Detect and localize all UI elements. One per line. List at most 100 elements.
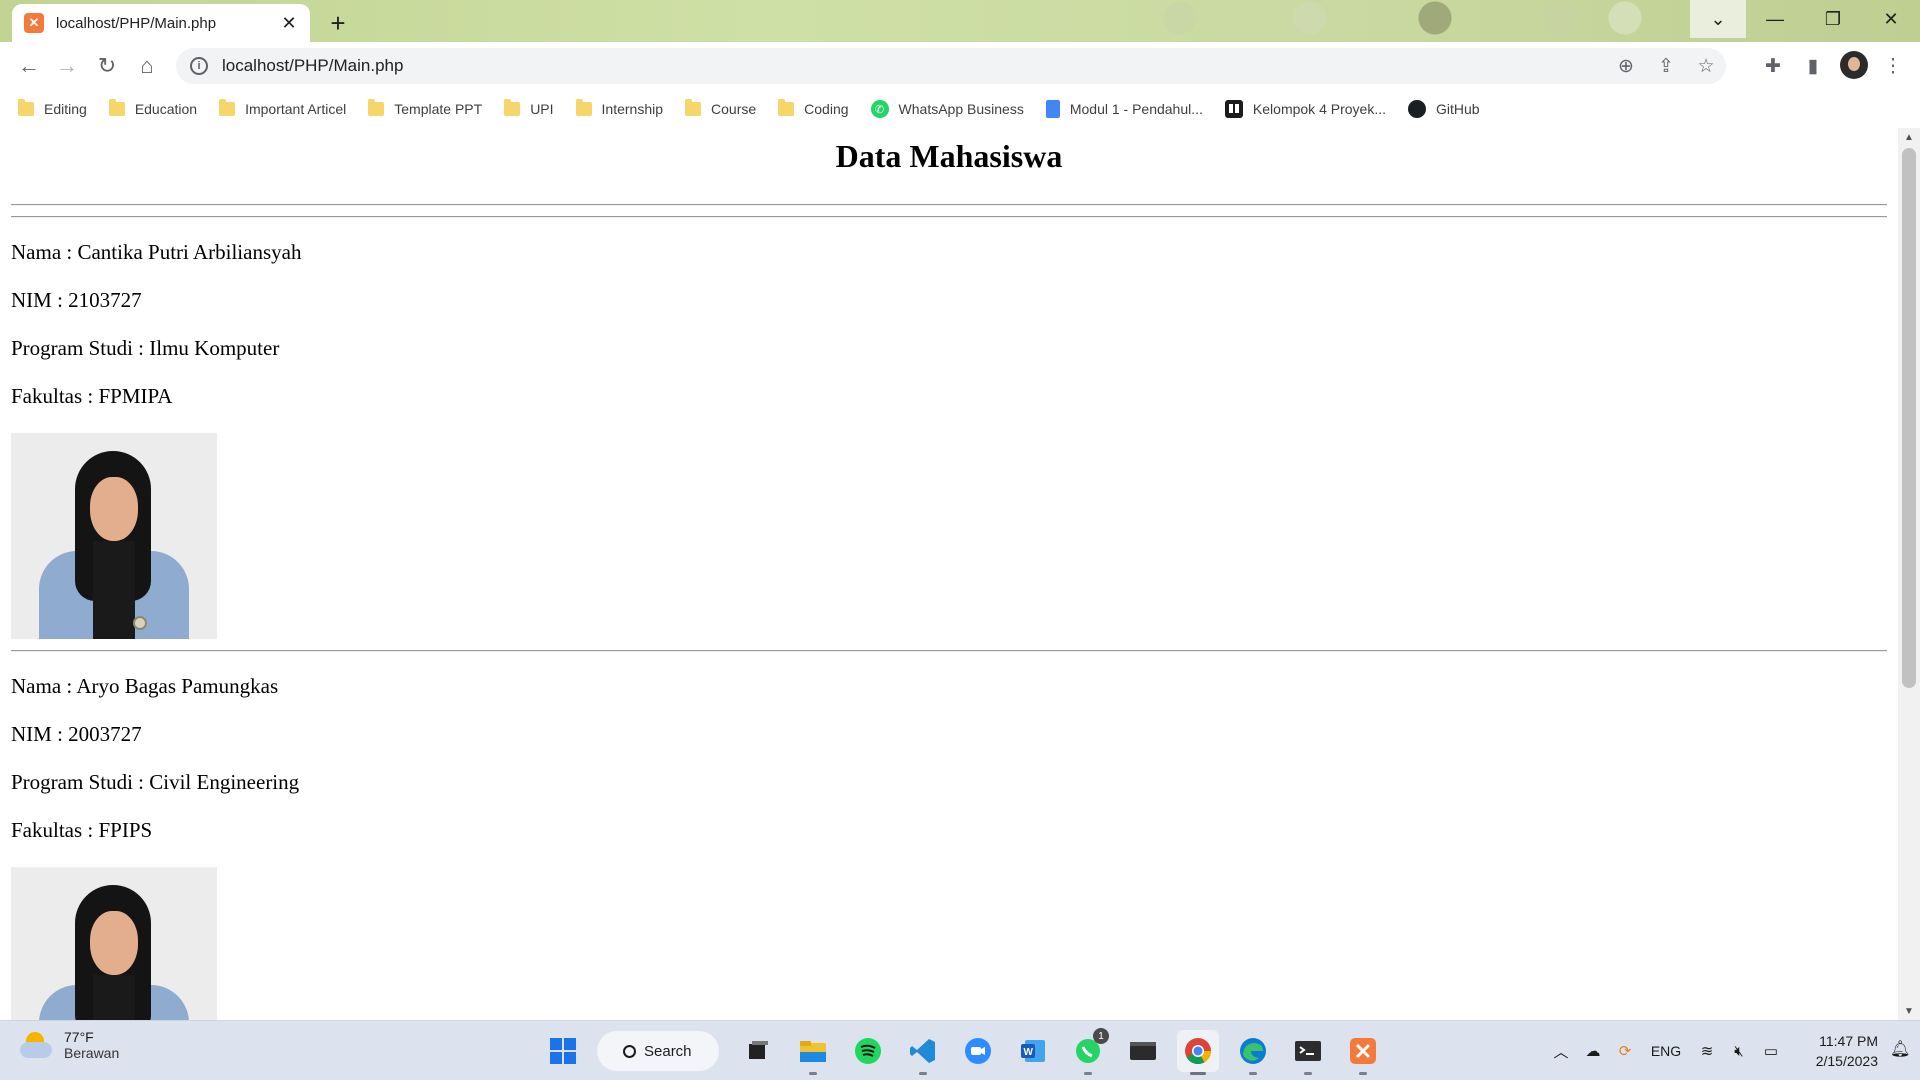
system-tray: ︿ ☁ ⟳ ENG ≋ 🔇︎ ▭ (1548, 1029, 1790, 1073)
share-icon[interactable]: ⇪ (1646, 55, 1686, 78)
restore-button[interactable]: ❐ (1804, 0, 1862, 38)
vscode-button[interactable] (902, 1030, 944, 1075)
partly-cloudy-icon (20, 1032, 54, 1058)
site-info-icon[interactable]: i (190, 57, 208, 75)
battery-icon[interactable]: ▭ (1758, 1038, 1784, 1064)
bookmark-important-articel[interactable]: Important Articel (219, 99, 346, 117)
notification-bell-icon[interactable]: 🔔︎ (1890, 1039, 1910, 1061)
windows-terminal-button[interactable] (1287, 1030, 1329, 1075)
page-content: Data Mahasiswa Nama : Cantika Putri Arbi… (0, 128, 1898, 1020)
student-1-photo (11, 433, 217, 639)
folder-icon (368, 99, 385, 116)
xampp-button[interactable] (1342, 1030, 1384, 1075)
whatsapp-icon: ✆ (870, 100, 889, 118)
word-button[interactable]: W (1012, 1030, 1054, 1072)
tab-search-chevron-icon[interactable]: ⌄ (1690, 0, 1746, 38)
terminal-icon (1295, 1041, 1321, 1061)
edge-icon (1240, 1038, 1266, 1064)
new-tab-button[interactable]: + (324, 8, 352, 38)
folder-icon (108, 99, 125, 116)
weather-temperature: 77°F (64, 1029, 94, 1045)
edge-button[interactable] (1232, 1030, 1274, 1075)
whatsapp-button[interactable]: 1 (1067, 1028, 1109, 1075)
file-explorer-button[interactable] (792, 1030, 834, 1075)
minimize-button[interactable]: — (1746, 0, 1804, 38)
scrollbar-thumb[interactable] (1902, 148, 1916, 688)
tab-close-icon[interactable]: ✕ (278, 12, 300, 34)
browser-toolbar: ← → ↻ ⌂ i localhost/PHP/Main.php ⊕ ⇪ ☆ ✚… (0, 42, 1920, 90)
bookmark-course[interactable]: Course (685, 99, 756, 117)
weather-description: Berawan (64, 1045, 120, 1061)
address-bar[interactable]: i localhost/PHP/Main.php ⊕ ⇪ ☆ (176, 48, 1726, 84)
zoom-icon[interactable]: ⊕ (1606, 55, 1646, 78)
back-button[interactable]: ← (14, 51, 44, 81)
windows-logo-icon (550, 1038, 576, 1064)
bookmark-template-ppt[interactable]: Template PPT (368, 99, 482, 117)
scroll-down-arrow-icon[interactable]: ▼ (1898, 1002, 1920, 1020)
trello-icon (1224, 100, 1243, 118)
reload-button[interactable]: ↻ (92, 51, 122, 81)
task-view-button[interactable] (737, 1030, 779, 1072)
clock[interactable]: 11:47 PM 2/15/2023 (1816, 1031, 1878, 1071)
divider (11, 204, 1887, 206)
speaker-muted-icon[interactable]: 🔇︎ (1726, 1038, 1752, 1064)
bookmarks-bar: Editing Education Important Articel Temp… (0, 90, 1920, 128)
spotify-button[interactable] (847, 1030, 889, 1072)
windows-taskbar: 77°F Berawan Search W 1 ︿ ☁ ⟳ ENG ≋ 🔇︎ ▭… (0, 1020, 1920, 1080)
clock-date: 2/15/2023 (1815, 1053, 1878, 1069)
student-2-nama: Nama : Aryo Bagas Pamungkas (11, 674, 279, 698)
weather-widget[interactable]: 77°F Berawan (20, 1029, 119, 1061)
bookmark-modul-1[interactable]: Modul 1 - Pendahul... (1045, 100, 1203, 118)
forward-button[interactable]: → (52, 51, 82, 81)
bookmark-editing[interactable]: Editing (18, 99, 87, 117)
student-1-prodi: Program Studi : Ilmu Komputer (11, 336, 280, 360)
browser-chrome: ✕ localhost/PHP/Main.php ✕ + ⌄ — ❐ ✕ ← →… (0, 0, 1920, 128)
chevron-up-icon[interactable]: ︿ (1548, 1038, 1574, 1064)
onedrive-cloud-icon[interactable]: ☁ (1580, 1038, 1606, 1064)
zoom-button[interactable] (957, 1030, 999, 1072)
taskbar-apps: Search W 1 (542, 1028, 1397, 1075)
folder-icon (685, 99, 702, 116)
taskbar-search[interactable]: Search (597, 1031, 719, 1071)
folder-icon (778, 99, 795, 116)
xampp-icon (1350, 1038, 1376, 1064)
student-2-prodi: Program Studi : Civil Engineering (11, 770, 300, 794)
folder-icon (219, 99, 236, 116)
bookmark-internship[interactable]: Internship (575, 99, 663, 117)
wifi-icon[interactable]: ≋ (1694, 1038, 1720, 1064)
side-panel-icon[interactable]: ▮ (1800, 53, 1826, 79)
extensions-puzzle-icon[interactable]: ✚ (1760, 53, 1786, 79)
divider (11, 216, 1887, 218)
vscode-icon (910, 1039, 935, 1063)
github-icon (1407, 100, 1426, 118)
google-docs-icon (1045, 100, 1060, 118)
sync-icon[interactable]: ⟳ (1612, 1038, 1638, 1064)
chrome-button[interactable] (1177, 1030, 1219, 1075)
xampp-favicon-icon: ✕ (24, 13, 44, 33)
url-text[interactable]: localhost/PHP/Main.php (222, 56, 1606, 76)
language-indicator[interactable]: ENG (1644, 1038, 1688, 1064)
page-title: Data Mahasiswa (835, 138, 1063, 174)
scroll-up-arrow-icon[interactable]: ▲ (1898, 128, 1920, 146)
svg-text:W: W (1024, 1047, 1034, 1058)
bookmark-star-icon[interactable]: ☆ (1686, 55, 1726, 78)
close-window-button[interactable]: ✕ (1862, 0, 1920, 38)
bookmark-kelompok-4[interactable]: Kelompok 4 Proyek... (1224, 100, 1386, 118)
tab-main-php[interactable]: ✕ localhost/PHP/Main.php ✕ (12, 4, 310, 42)
bookmark-whatsapp-business[interactable]: ✆ WhatsApp Business (870, 100, 1024, 118)
bookmark-github[interactable]: GitHub (1407, 100, 1480, 118)
start-button[interactable] (542, 1030, 584, 1072)
search-label: Search (644, 1042, 692, 1060)
task-view-icon (749, 1041, 768, 1059)
terminal-dark-button[interactable] (1122, 1030, 1164, 1072)
folder-icon (504, 99, 521, 116)
bookmark-upi[interactable]: UPI (504, 99, 554, 117)
menu-kebab-icon[interactable]: ⋮ (1880, 53, 1906, 79)
bookmark-education[interactable]: Education (108, 99, 197, 117)
zoom-icon (965, 1038, 991, 1064)
bookmark-coding[interactable]: Coding (778, 99, 849, 117)
tab-title: localhost/PHP/Main.php (56, 14, 217, 32)
profile-avatar[interactable] (1840, 51, 1868, 79)
page-scrollbar[interactable]: ▲ ▼ (1898, 128, 1920, 1020)
home-button[interactable]: ⌂ (132, 51, 162, 81)
